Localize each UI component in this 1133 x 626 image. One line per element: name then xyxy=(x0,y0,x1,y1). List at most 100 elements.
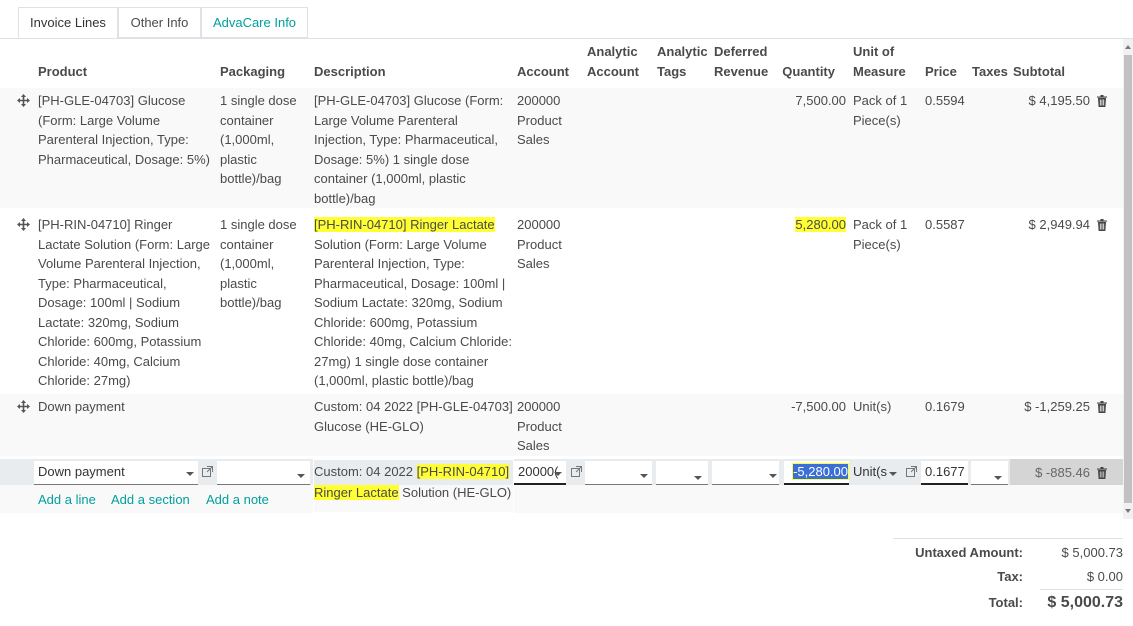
text-line: container xyxy=(220,112,274,128)
chevron-down-icon[interactable] xyxy=(769,474,777,478)
scrollbar-thumb[interactable] xyxy=(1124,55,1132,503)
chevron-down-icon[interactable] xyxy=(297,474,305,478)
cell-packaging[interactable]: 1 single dose container (1,000ml, plasti… xyxy=(220,91,312,189)
quantity-input[interactable]: -5,280.00 xyxy=(784,461,849,485)
price-input[interactable]: 0.1677 xyxy=(921,461,968,485)
trash-icon[interactable] xyxy=(1097,467,1107,479)
add-section-link[interactable]: Add a section xyxy=(111,492,190,507)
cell-description[interactable]: [PH-RIN-04710] Ringer Lactate Solution (… xyxy=(314,215,516,391)
cell-quantity[interactable]: 7,500.00 xyxy=(775,91,846,111)
totals-divider xyxy=(893,538,1123,539)
drag-handle-icon[interactable] xyxy=(17,400,30,413)
tab-advacare-info[interactable]: AdvaCare Info xyxy=(201,7,308,38)
analytic-tags-select[interactable] xyxy=(656,461,708,485)
text-line: Down payment xyxy=(38,399,125,414)
text-line: Chloride: 600mg, Potassium xyxy=(38,334,202,349)
drag-handle-icon[interactable] xyxy=(17,218,30,231)
price-input-value: 0.1677 xyxy=(925,464,965,479)
vertical-scrollbar[interactable] xyxy=(1123,39,1133,519)
total-label: Total: xyxy=(988,595,1023,610)
text-line: plastic xyxy=(220,151,257,167)
text-line: Custom: 04 2022 [PH-GLE-04703] xyxy=(314,399,513,414)
chevron-down-icon[interactable] xyxy=(694,476,702,480)
cell-price[interactable]: 0.5594 xyxy=(925,91,965,111)
external-link-icon[interactable] xyxy=(202,466,213,477)
chevron-down-icon[interactable] xyxy=(889,472,897,476)
cell-price[interactable]: 0.5587 xyxy=(925,215,965,235)
text-line: 27mg) 1 single dose container xyxy=(314,353,489,369)
tab-other-info[interactable]: Other Info xyxy=(118,7,201,38)
text-line: Sales xyxy=(517,256,550,271)
col-header-analytic-tags[interactable]: Analytic Tags xyxy=(657,42,708,82)
text-line: [PH-GLE-04703] Glucose xyxy=(38,93,186,108)
drag-handle-icon[interactable] xyxy=(17,94,30,107)
chevron-down-icon[interactable] xyxy=(640,474,648,478)
col-header-description[interactable]: Description xyxy=(314,62,386,82)
text-line: plastic xyxy=(220,275,257,291)
cell-account[interactable]: 200000 Product Sales xyxy=(517,397,562,456)
cell-account[interactable]: 200000 Product Sales xyxy=(517,215,562,274)
cell-price[interactable]: 0.1679 xyxy=(925,397,965,417)
add-note-link[interactable]: Add a note xyxy=(206,492,269,507)
selected-text: -5,280.00 xyxy=(793,464,848,479)
col-header-packaging[interactable]: Packaging xyxy=(220,62,285,82)
header-line: Unit of xyxy=(853,44,895,59)
col-header-price[interactable]: Price xyxy=(925,62,957,82)
col-header-product[interactable]: Product xyxy=(38,62,87,82)
col-header-analytic-account[interactable]: Analytic Account xyxy=(587,42,639,82)
text-line: 1 single dose xyxy=(220,217,297,232)
col-header-uom[interactable]: Unit of Measure xyxy=(853,42,906,82)
cell-product[interactable]: [PH-GLE-04703] Glucose (Form: Large Volu… xyxy=(38,91,218,169)
scroll-down-icon[interactable] xyxy=(1125,509,1131,513)
trash-icon[interactable] xyxy=(1097,95,1107,107)
cell-product[interactable]: Down payment xyxy=(38,397,218,417)
cell-description[interactable]: [PH-GLE-04703] Glucose (Form: Large Volu… xyxy=(314,91,516,208)
product-select[interactable]: Down payment xyxy=(34,461,198,485)
trash-icon[interactable] xyxy=(1097,219,1107,231)
cell-quantity[interactable]: -7,500.00 xyxy=(775,397,846,417)
text-line: Glucose (HE-GLO) xyxy=(314,418,424,434)
text-line: 200000 xyxy=(517,217,561,232)
description-field[interactable]: Custom: 04 2022 [PH-RIN-04710] Ringer La… xyxy=(314,462,514,503)
header-line: Analytic xyxy=(657,44,708,59)
col-header-account[interactable]: Account xyxy=(517,62,569,82)
cell-packaging[interactable]: 1 single dose container (1,000ml, plasti… xyxy=(220,215,312,313)
text-line: Large Volume Parenteral xyxy=(314,112,458,128)
scroll-up-icon[interactable] xyxy=(1125,45,1131,49)
text-line: Unit(s) xyxy=(853,399,892,414)
tab-invoice-lines[interactable]: Invoice Lines xyxy=(18,7,118,39)
text-line: [PH-RIN-04710] Ringer xyxy=(38,217,173,232)
cell-description[interactable]: Custom: 04 2022 [PH-GLE-04703] Glucose (… xyxy=(314,397,516,436)
text-line: 200000 xyxy=(517,93,561,108)
text-line: container xyxy=(220,236,274,252)
external-link-icon[interactable] xyxy=(906,466,917,477)
description-text: Custom: 04 2022 xyxy=(314,464,417,479)
col-header-taxes[interactable]: Taxes xyxy=(972,62,1008,82)
text-line: Chloride: 600mg, Potassium xyxy=(314,314,478,330)
deferred-revenue-select[interactable] xyxy=(712,461,779,485)
trash-icon[interactable] xyxy=(1097,401,1107,413)
col-header-subtotal[interactable]: Subtotal xyxy=(1013,62,1065,82)
cell-uom[interactable]: Pack of 1 Piece(s) xyxy=(853,91,907,130)
text-line: [PH-RIN-04710] Ringer Lactate xyxy=(314,215,516,235)
text-line: Parenteral Injection, Type: xyxy=(38,132,189,147)
col-header-quantity[interactable]: Quantity xyxy=(775,62,835,82)
cell-product[interactable]: [PH-RIN-04710] Ringer Lactate Solution (… xyxy=(38,215,218,391)
external-link-icon[interactable] xyxy=(571,466,582,477)
highlighted-text: 5,280.00 xyxy=(795,217,846,232)
col-header-deferred-revenue[interactable]: Deferred Revenue xyxy=(714,42,768,82)
cell-account[interactable]: 200000 Product Sales xyxy=(517,91,562,150)
cell-uom[interactable]: Pack of 1 Piece(s) xyxy=(853,215,907,254)
header-line: Account xyxy=(587,64,639,79)
chevron-down-icon[interactable] xyxy=(186,472,194,476)
text-line: Piece(s) xyxy=(853,236,901,252)
text-line: (1,000ml, plastic bottle)/bag xyxy=(314,373,474,388)
packaging-select[interactable] xyxy=(217,461,310,485)
cell-quantity[interactable]: 5,280.00 xyxy=(775,215,846,235)
text-line: 1 single dose xyxy=(220,93,297,108)
analytic-account-select[interactable] xyxy=(585,461,652,485)
header-line: Tags xyxy=(657,64,687,79)
cell-uom[interactable]: Unit(s) xyxy=(853,397,891,417)
chevron-down-icon[interactable] xyxy=(554,472,562,476)
add-line-link[interactable]: Add a line xyxy=(38,492,96,507)
